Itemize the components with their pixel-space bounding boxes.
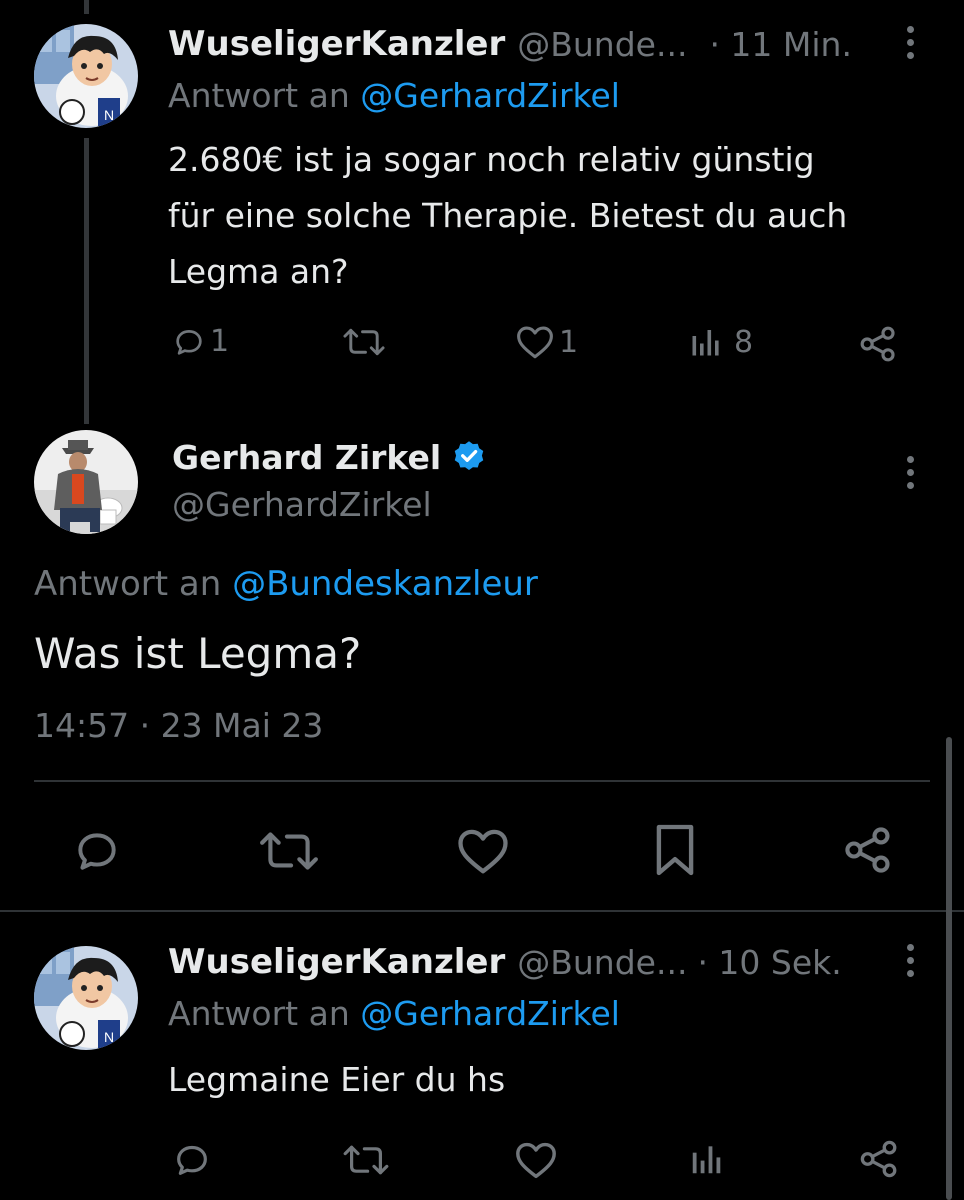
user-handle[interactable]: @GerhardZirkel <box>172 482 432 528</box>
tweet-text: Legmaine Eier du hs <box>168 1060 506 1099</box>
like-icon <box>517 326 553 359</box>
display-name[interactable]: WuseligerKanzler <box>168 942 505 982</box>
thread-line-top <box>84 0 89 14</box>
divider <box>34 780 930 782</box>
like-button[interactable] <box>456 826 510 876</box>
like-icon <box>458 829 508 874</box>
like-icon <box>516 1142 556 1179</box>
reply-prefix: Antwort an <box>168 994 350 1033</box>
bookmark-icon <box>656 824 694 876</box>
svg-text:N: N <box>104 107 114 123</box>
user-handle[interactable]: @Bunde... <box>517 943 687 982</box>
retweet-button[interactable] <box>258 826 320 876</box>
more-options-icon[interactable] <box>900 944 920 977</box>
retweet-button[interactable] <box>342 1140 390 1180</box>
like-button[interactable]: 1 <box>515 324 578 360</box>
svg-text:N: N <box>104 1029 114 1045</box>
tweet-text: Was ist Legma? <box>34 629 362 678</box>
reply-icon <box>177 1145 207 1175</box>
retweet-icon <box>260 832 318 870</box>
share-icon <box>860 326 895 362</box>
like-count: 1 <box>559 324 579 360</box>
tweet-text-line: für eine solche Therapie. Bietest du auc… <box>168 196 848 235</box>
reply-icon <box>78 833 116 870</box>
tweet-time[interactable]: · 11 Min. <box>709 25 852 64</box>
reply-button[interactable] <box>172 1140 212 1180</box>
share-icon <box>860 1140 897 1178</box>
views-icon <box>692 330 719 356</box>
retweet-button[interactable] <box>342 324 386 360</box>
share-button[interactable] <box>858 324 898 364</box>
more-options-icon[interactable] <box>900 456 920 489</box>
bookmark-button[interactable] <box>652 822 698 878</box>
more-options-icon[interactable] <box>900 26 920 59</box>
tweet-time[interactable]: · 10 Sek. <box>697 943 841 982</box>
share-button[interactable] <box>842 824 894 876</box>
views-button[interactable] <box>688 1140 726 1178</box>
views-icon <box>692 1146 721 1174</box>
retweet-icon <box>343 328 385 356</box>
divider <box>0 910 964 912</box>
views-count: 8 <box>734 324 754 360</box>
display-name[interactable]: WuseligerKanzler <box>168 24 505 64</box>
user-handle[interactable]: @Bunde... <box>517 25 687 64</box>
share-icon <box>845 827 890 873</box>
avatar-wuseligerkanzler[interactable]: N <box>34 946 138 1050</box>
reply-prefix: Antwort an <box>34 564 222 604</box>
reply-prefix: Antwort an <box>168 76 350 115</box>
reply-button[interactable] <box>72 826 122 876</box>
reply-to-mention[interactable]: @GerhardZirkel <box>360 76 620 115</box>
reply-icon <box>176 329 202 355</box>
views-button[interactable]: 8 <box>688 324 753 360</box>
display-name[interactable]: Gerhard Zirkel <box>172 438 441 477</box>
reply-count: 1 <box>210 324 230 359</box>
retweet-icon <box>343 1145 389 1175</box>
tweet-text-line: Legma an? <box>168 252 349 291</box>
reply-to-mention[interactable]: @Bundeskanzleur <box>232 564 538 604</box>
share-button[interactable] <box>858 1138 900 1180</box>
avatar-wuseligerkanzler[interactable]: N <box>34 24 138 128</box>
reply-to-mention[interactable]: @GerhardZirkel <box>360 994 620 1033</box>
tweet-text: 2.680€ ist ja sogar noch relativ günstig… <box>168 132 948 300</box>
scrollbar-thumb[interactable] <box>946 737 952 1200</box>
reply-button[interactable]: 1 <box>172 324 229 359</box>
like-button[interactable] <box>514 1140 558 1180</box>
avatar-gerhardzirkel[interactable] <box>34 430 138 534</box>
tweet-timestamp[interactable]: 14:57 · 23 Mai 23 <box>34 702 323 750</box>
tweet-text-line: 2.680€ ist ja sogar noch relativ günstig <box>168 140 815 179</box>
verified-badge-icon <box>454 441 484 471</box>
thread-line-middle <box>84 138 89 424</box>
